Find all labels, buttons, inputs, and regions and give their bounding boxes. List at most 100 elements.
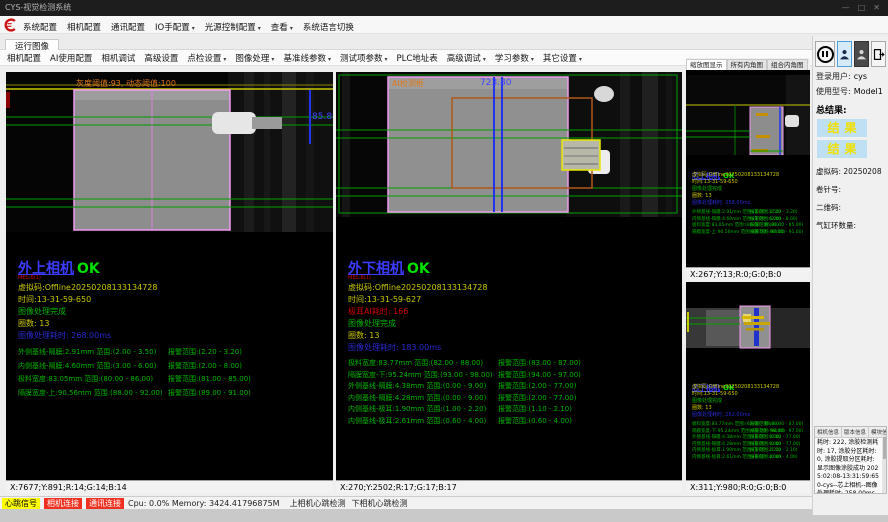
alarm-range: 报警范围:(1.10 - 2.10) <box>498 404 572 416</box>
toolbar-item-学习参数[interactable]: 学习参数▾ <box>495 52 534 64</box>
user-switch-button[interactable] <box>854 41 869 67</box>
measurement-row: 内侧基线-极耳:2.61mm 范围:(0.60 - 4.00)报警范围:(0.6… <box>692 455 808 462</box>
login-user-value: cys <box>854 72 867 81</box>
menu-item-通讯配置[interactable]: 通讯配置 <box>111 23 145 33</box>
result-line: 圈数: 13 <box>18 318 331 330</box>
toolbar-item-基准线参数[interactable]: 基准线参数▾ <box>283 52 331 64</box>
menu-item-系统语言切换[interactable]: 系统语言切换 <box>303 23 354 33</box>
info-scrollbar[interactable] <box>882 435 886 493</box>
measurement-row: 隔膜宽度-下:95.24mm 范围:(93.00 - 98.00) 报警范围:(9… <box>348 370 680 382</box>
toolbar-item-点检设置[interactable]: 点检设置▾ <box>187 52 226 64</box>
menu-item-IO手配置[interactable]: IO手配置▾ <box>155 23 195 33</box>
panel-field: 卷针号: <box>816 185 888 194</box>
toolbar-item-高级设置[interactable]: 高级设置 <box>144 52 178 64</box>
measurement-list: 极料宽度:83.77mm 范围:(82.00 - 88.00)报警范围:(83.… <box>348 358 680 427</box>
info-box: 相机信息版本信息模块信息 耗时: 222, 涂胶检测耗时: 17, 涂胶分区耗时… <box>814 426 887 494</box>
panel-field-label: 虚拟码: <box>816 167 841 176</box>
toolbar-item-高级调试[interactable]: 高级调试▾ <box>447 52 486 64</box>
mini-tab-所有内角图[interactable]: 所有内角图 <box>727 59 768 70</box>
camera-view-mini-bottom: 芯下相机OK虚拟码:Offline20250208133134728时间:13-… <box>686 282 810 493</box>
toolbar-item-PLC地址表[interactable]: PLC地址表 <box>397 52 438 64</box>
camera-image-middle[interactable]: 723.80 AI检测框 <box>336 72 682 217</box>
measurement-value: 外侧基线-隔膜:2.91mm 范围:(2.00 - 3.50) <box>18 348 156 356</box>
result-line: 图像处理完成 <box>692 186 808 193</box>
measurement-row: 内侧基线-极耳:2.61mm 范围:(0.60 - 4.00)报警范围:(0.6… <box>348 416 680 428</box>
toolbar-item-测试项参数[interactable]: 测试项参数▾ <box>340 52 388 64</box>
info-log-text: 耗时: 222, 涂胶检测耗时: 17, 涂胶分区耗时: 0, 涂胶提取分区耗时… <box>815 438 886 494</box>
pause-icon <box>817 46 834 63</box>
camera-image-mini-bottom[interactable] <box>686 300 810 355</box>
measurement-row: 隔膜宽度-上:90.56mm 范围:(88.00 - 92.00)报警范围:(8… <box>18 387 331 401</box>
alarm-range: 报警范围:(0.60 - 4.00) <box>498 416 572 428</box>
result-title-row: 外上相机OK <box>18 258 331 275</box>
toolbar-item-AI使用配置[interactable]: AI使用配置 <box>50 52 92 64</box>
model-row: 使用型号:Model1 <box>816 87 888 97</box>
alarm-range: 报警范围:(89.00 - 91.00) <box>750 230 803 237</box>
measurement-value: 内侧基线-隔膜:4.60mm 范围:(3.00 - 6.00) <box>18 362 156 370</box>
measurement-value: 极料宽度:83.77mm 范围:(82.00 - 88.00) <box>348 359 483 367</box>
window-controls: — □ ✕ <box>834 0 880 16</box>
toolbar-item-其它设置[interactable]: 其它设置▾ <box>543 52 582 64</box>
dropdown-arrow-icon: ▾ <box>290 25 293 32</box>
panel-field-label: 气缸环数量: <box>816 221 856 230</box>
coordinate-bar-left: X:7677;Y:891;R:14;G:14;B:14 <box>6 480 333 493</box>
measure-blue-bar <box>754 308 759 346</box>
status-ok-label: OK <box>407 261 430 277</box>
camera-image-left[interactable]: 85.88 灰度阈值:93, 动态阈值:100 <box>6 72 333 232</box>
pause-button[interactable] <box>815 41 835 67</box>
exit-door-icon <box>873 48 885 61</box>
user-login-button[interactable] <box>837 41 852 67</box>
coordinate-bar-mini-top: X:267;Y:13;R:0;G:0;B:0 <box>686 267 810 280</box>
close-icon[interactable]: ✕ <box>873 3 880 12</box>
mini-tab-缩放图显示[interactable]: 缩放图显示 <box>686 59 727 70</box>
result-line: 虚拟码:Offline20250208133134728 <box>348 282 680 294</box>
menu-item-光源控制配置[interactable]: 光源控制配置▾ <box>205 23 261 33</box>
highlight-blob <box>594 86 614 102</box>
panel-field-label: 二维码: <box>816 203 841 212</box>
result-block-mini-top: 芯上相机OK虚拟码:Offline20250208133134728时间:13-… <box>692 163 808 236</box>
status-text: 上相机心跳检测 <box>290 498 346 509</box>
measurement-value: 内侧基线-极耳:1.90mm 范围:(1.00 - 2.20) <box>348 405 486 413</box>
toolbar-item-相机调试[interactable]: 相机调试 <box>101 52 135 64</box>
toolbar-item-图像处理[interactable]: 图像处理▾ <box>235 52 274 64</box>
result-line: 虚拟码:Offline20250208133134728 <box>692 172 808 179</box>
alarm-range: 报警范围:(2.00 - 77.00) <box>498 393 576 405</box>
measurement-list: 外侧基线-隔膜:2.91mm 范围:(2.00 - 3.50)报警范围:(2.2… <box>18 346 331 400</box>
status-badge-通讯连接: 通讯连接 <box>86 498 124 509</box>
menu-item-相机配置[interactable]: 相机配置 <box>67 23 101 33</box>
alarm-range: 报警范围:(94.00 - 97.00) <box>498 370 581 382</box>
result-display-box: 结果 <box>817 140 867 158</box>
maximize-icon[interactable]: □ <box>858 3 866 12</box>
menu-item-查看[interactable]: 查看▾ <box>271 23 293 33</box>
result-block-middle: 外下相机OKMES:B(1)虚拟码:Offline202502081331347… <box>348 258 680 427</box>
result-line: 虚拟码:Offline20250208133134728 <box>692 384 808 391</box>
result-title-row: 芯上相机OK <box>692 163 808 172</box>
toolbar-item-相机配置[interactable]: 相机配置 <box>7 52 41 64</box>
model-value: Model1 <box>854 87 883 96</box>
user-icon <box>856 48 867 61</box>
threshold-label: 灰度阈值:93, 动态阈值:100 <box>76 78 176 88</box>
result-line: 时间:13-31-59-650 <box>692 179 808 186</box>
total-result-label: 总结果: <box>816 103 888 116</box>
result-line: 图像处理耗时: 268.00ms <box>18 330 331 342</box>
measurement-row: 外侧基线-隔膜:4.38mm 范围:(0.00 - 9.00)报警范围:(2.0… <box>348 381 680 393</box>
measurement-value: 隔膜宽度-下:95.24mm 范围:(93.00 - 98.00) <box>348 371 493 379</box>
panel-field: 气缸环数量: <box>816 221 888 230</box>
measurement-row: 外侧基线-隔膜:2.91mm 范围:(2.00 - 3.50)报警范围:(2.2… <box>18 346 331 360</box>
info-tab-版本信息[interactable]: 版本信息 <box>842 427 869 437</box>
dropdown-arrow-icon: ▾ <box>384 56 387 63</box>
status-text: 下相机心跳检测 <box>352 498 408 509</box>
result-line: 图像处理耗时: 183.00ms <box>348 342 680 354</box>
result-boxes: 结果结果 <box>813 119 888 158</box>
menu-item-系统配置[interactable]: 系统配置 <box>23 23 57 33</box>
connector-clip <box>785 115 799 127</box>
mini-tab-组合内角图[interactable]: 组合内角图 <box>767 59 808 70</box>
camera-image-mini-top[interactable] <box>686 75 810 155</box>
info-tab-相机信息[interactable]: 相机信息 <box>815 427 842 437</box>
measurement-row: 内侧基线-隔膜:4.60mm 范围:(3.00 - 6.00)报警范围:(2.0… <box>18 360 331 374</box>
exit-button[interactable] <box>871 41 886 67</box>
minimize-icon[interactable]: — <box>842 3 850 12</box>
result-line: 虚拟码:Offline20250208133134728 <box>18 282 331 294</box>
measurement-value: 极料宽度:83.05mm 范围:(80.00 - 86.00) <box>18 375 153 383</box>
coordinate-bar-middle: X:270;Y:2502;R:17;G:17;B:17 <box>336 480 682 493</box>
